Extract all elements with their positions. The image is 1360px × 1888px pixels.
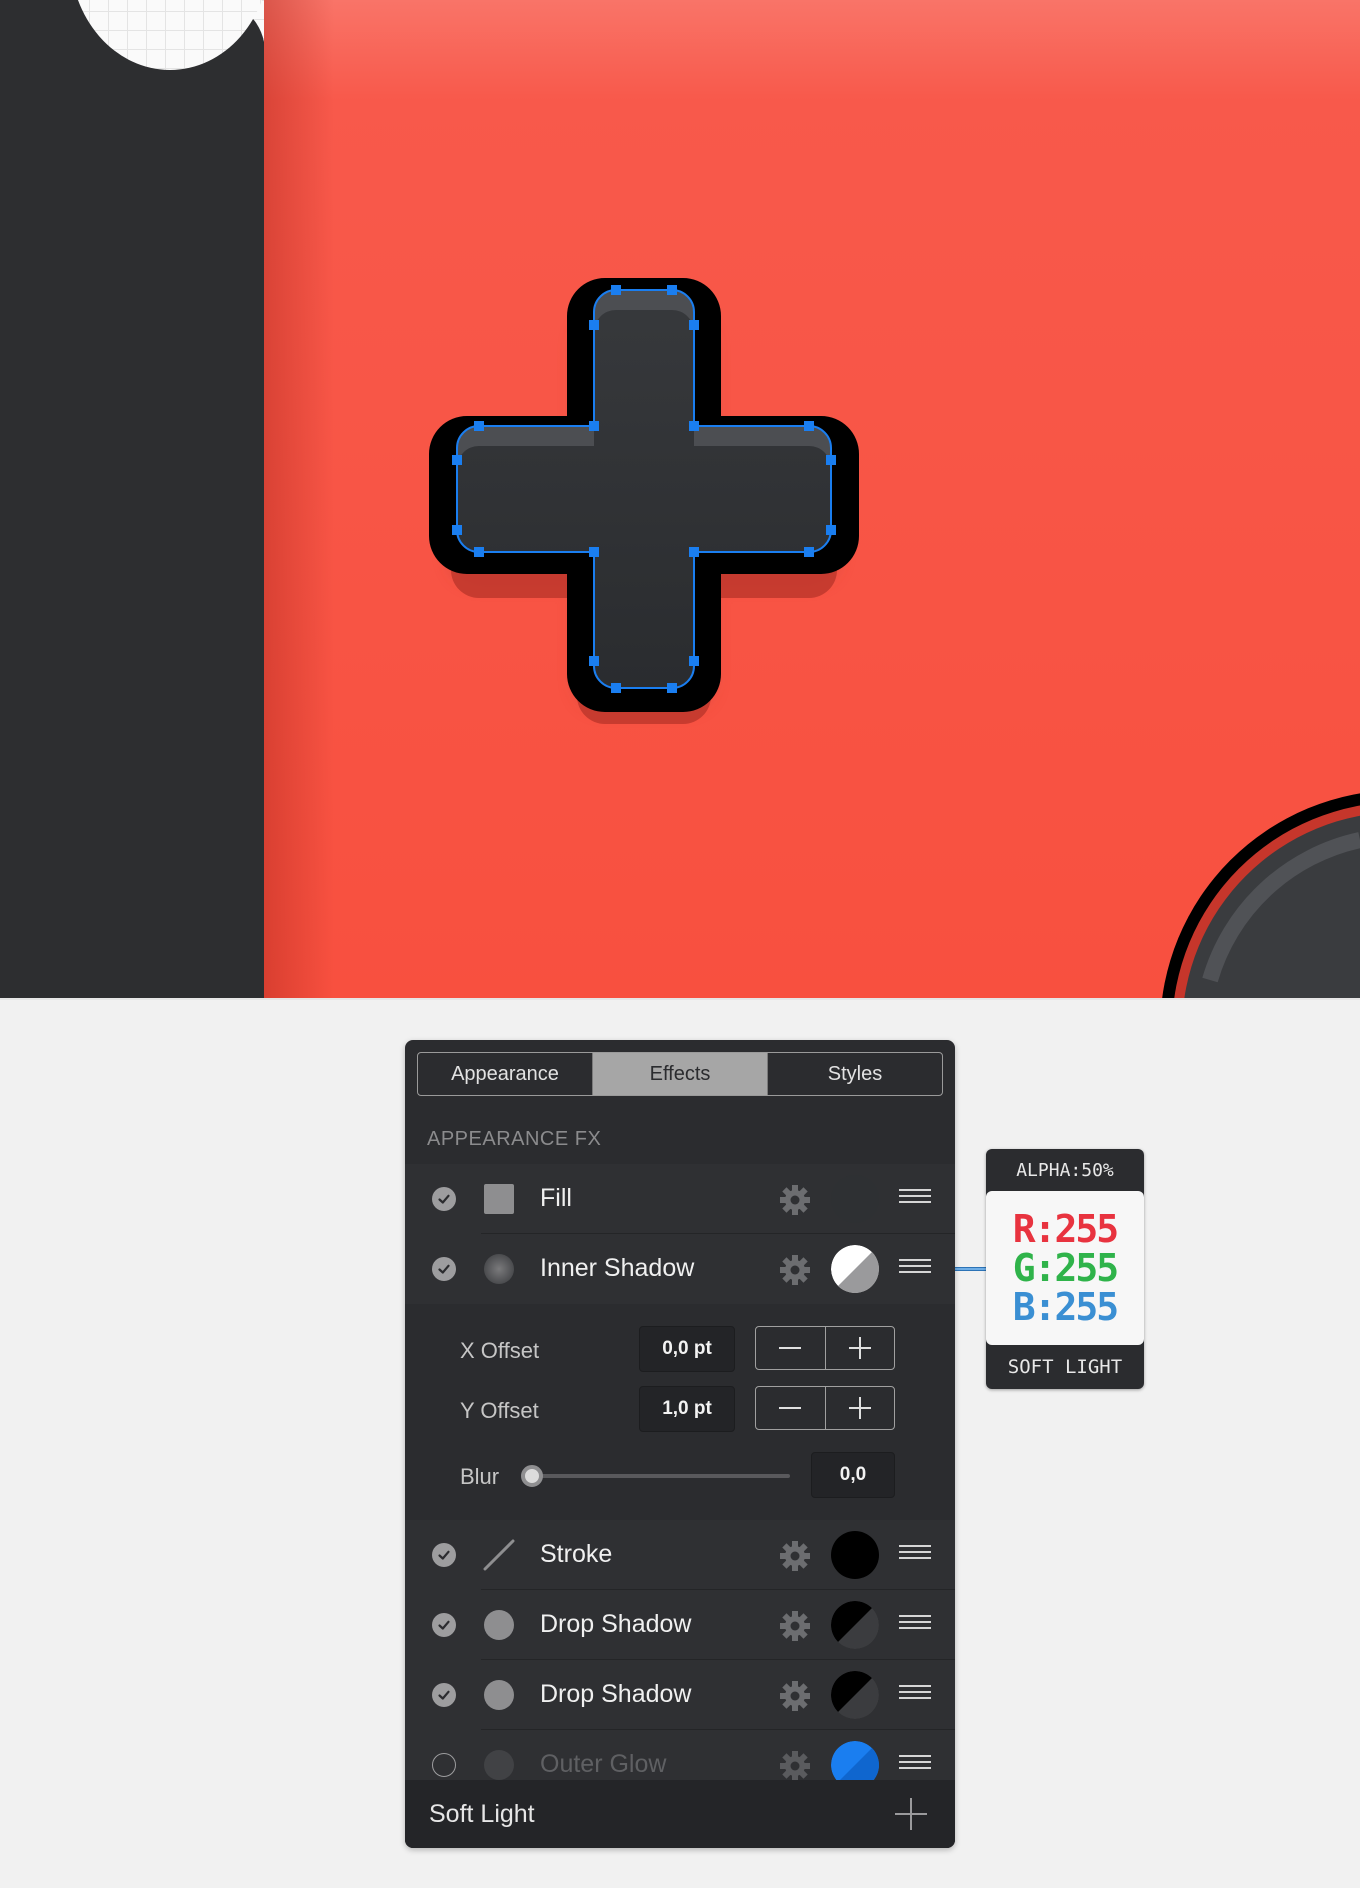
dpad-shape[interactable] (429, 270, 920, 770)
add-effect-plus-icon[interactable] (893, 1796, 929, 1832)
gear-icon[interactable] (778, 1749, 812, 1783)
section-label: APPEARANCE FX (427, 1128, 602, 1150)
drag-handle-icon[interactable] (899, 1545, 931, 1565)
y-offset-stepper (755, 1386, 895, 1430)
artboard-canvas[interactable] (0, 0, 1360, 1000)
decrement-button[interactable] (756, 1387, 825, 1429)
fx-enabled-checkbox[interactable] (432, 1187, 456, 1211)
checkmark-icon (438, 1264, 450, 1274)
drag-handle-icon[interactable] (899, 1259, 931, 1279)
rgb-card: R:255 G:255 B:255 (986, 1191, 1144, 1345)
fx-enabled-checkbox[interactable] (432, 1257, 456, 1281)
color-swatch[interactable] (831, 1175, 879, 1223)
fx-label: Fill (540, 1184, 572, 1212)
fx-row-fill[interactable]: Fill (405, 1164, 955, 1234)
fx-label: Drop Shadow (540, 1680, 692, 1708)
y-offset-field[interactable]: 1,0 pt (639, 1386, 735, 1432)
tab-appearance[interactable]: Appearance (418, 1053, 592, 1095)
blur-slider-thumb[interactable] (521, 1465, 543, 1487)
line-icon (483, 1539, 515, 1571)
fx-enabled-checkbox[interactable] (432, 1613, 456, 1637)
red-panel-shadow (264, 0, 334, 1000)
drag-handle-icon[interactable] (899, 1755, 931, 1775)
minus-icon (779, 1347, 802, 1349)
fx-row-drop-shadow[interactable]: Drop Shadow (405, 1660, 955, 1730)
blur-field[interactable]: 0,0 (811, 1452, 895, 1498)
fx-label: Stroke (540, 1540, 613, 1568)
tab-effects[interactable]: Effects (592, 1053, 767, 1095)
fx-row-drop-shadow[interactable]: Drop Shadow (405, 1590, 955, 1660)
fx-enabled-checkbox[interactable] (432, 1683, 456, 1707)
canvas-edge (0, 998, 1360, 1000)
x-offset-label: X Offset (460, 1338, 540, 1363)
gear-icon[interactable] (778, 1253, 812, 1287)
green-value: G:255 (1012, 1245, 1119, 1290)
gear-icon[interactable] (778, 1183, 812, 1217)
gear-icon[interactable] (778, 1539, 812, 1573)
drag-handle-icon[interactable] (899, 1615, 931, 1635)
x-offset-stepper (755, 1326, 895, 1370)
blur-label: Blur (460, 1464, 500, 1489)
blue-value: B:255 (1012, 1284, 1119, 1329)
gear-icon[interactable] (778, 1609, 812, 1643)
increment-button[interactable] (824, 1327, 895, 1369)
drag-handle-icon[interactable] (899, 1189, 931, 1209)
y-offset-label: Y Offset (460, 1398, 539, 1423)
alpha-label: ALPHA:50% (1016, 1159, 1114, 1181)
minus-icon (779, 1407, 802, 1409)
blend-mode-tag: SOFT LIGHT (1007, 1356, 1123, 1378)
red-value: R:255 (1012, 1206, 1119, 1251)
circle-icon (484, 1254, 514, 1284)
fx-label: Outer Glow (540, 1750, 667, 1778)
checkmark-icon (438, 1690, 450, 1700)
plus-icon (848, 1337, 871, 1359)
blur-slider-track[interactable] (521, 1465, 790, 1487)
plus-icon (848, 1397, 871, 1419)
fx-row-stroke[interactable]: Stroke (405, 1520, 955, 1590)
circle-icon (484, 1750, 514, 1780)
checkmark-icon (438, 1620, 450, 1630)
fx-label: Drop Shadow (540, 1610, 692, 1638)
checkmark-icon (438, 1194, 450, 1204)
tab-styles[interactable]: Styles (767, 1053, 942, 1095)
increment-button[interactable] (824, 1387, 895, 1429)
fx-label: Inner Shadow (540, 1254, 695, 1282)
circle-icon (484, 1680, 514, 1710)
checkmark-icon (438, 1550, 450, 1560)
gear-icon[interactable] (778, 1679, 812, 1713)
panel-footer: Soft Light (405, 1780, 955, 1848)
decrement-button[interactable] (756, 1327, 825, 1369)
panel-tabs: Appearance Effects Styles (417, 1052, 943, 1096)
dark-body-shape (0, 0, 265, 1000)
inner-shadow-settings: X Offset 0,0 pt Y Offset 1,0 pt Blur 0,0 (405, 1304, 955, 1520)
color-info-callout: ALPHA:50% R:255 G:255 B:255 SOFT LIGHT (986, 1149, 1144, 1389)
appearance-panel: Appearance Effects Styles APPEARANCE FX … (405, 1040, 955, 1848)
square-icon (484, 1184, 514, 1214)
fx-enabled-checkbox[interactable] (432, 1753, 456, 1777)
fx-row-inner-shadow[interactable]: Inner Shadow (405, 1234, 955, 1304)
blend-mode-label[interactable]: Soft Light (429, 1800, 535, 1829)
color-swatch[interactable] (831, 1531, 879, 1579)
fx-enabled-checkbox[interactable] (432, 1543, 456, 1567)
color-swatch[interactable] (831, 1601, 879, 1649)
round-button-shape (1161, 793, 1360, 1000)
color-swatch[interactable] (831, 1245, 879, 1293)
color-swatch[interactable] (831, 1671, 879, 1719)
circle-icon (484, 1610, 514, 1640)
drag-handle-icon[interactable] (899, 1685, 931, 1705)
x-offset-field[interactable]: 0,0 pt (639, 1326, 735, 1372)
